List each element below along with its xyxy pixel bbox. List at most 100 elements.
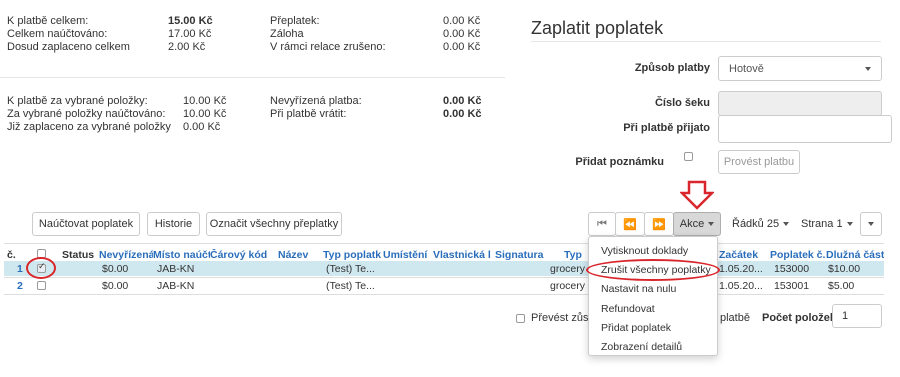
col-status[interactable]: Status <box>62 249 100 261</box>
payment-method-value: Hotově <box>729 62 764 75</box>
value-paid-so-far: 2.00 Kč <box>168 41 206 53</box>
value-deposit: 0.00 Kč <box>443 28 481 40</box>
col-type[interactable]: Typ <box>564 249 586 261</box>
row-number[interactable]: 2 <box>17 280 23 292</box>
transfer-remaining-checkbox[interactable] <box>516 314 525 323</box>
check-number-input <box>718 91 882 116</box>
col-owner[interactable]: Vlastnická l <box>433 249 493 261</box>
value-total-due: 15.00 Kč <box>168 15 213 27</box>
col-place[interactable]: Místo naúčt <box>153 249 210 261</box>
chevron-down-icon <box>868 222 874 226</box>
value-total-charged: 17.00 Kč <box>168 28 212 40</box>
label-total-due: K platbě celkem: <box>7 15 89 27</box>
row-place: JAB-KN <box>157 280 195 292</box>
actions-label: Akce <box>679 218 705 230</box>
chevron-down-icon <box>865 66 871 71</box>
label-return-on-payment: Při platbě vrátit: <box>270 108 347 120</box>
label-paid-so-far: Dosud zaplaceno celkem <box>7 41 130 53</box>
received-label: Při platbě přijato <box>623 122 710 134</box>
pay-panel-title: Zaplatit poplatek <box>531 18 664 38</box>
payment-method-label: Způsob platby <box>634 62 710 74</box>
label-selected-paid: Již zaplaceno za vybrané položky <box>7 121 171 133</box>
mark-overpaid-button[interactable]: Označit všechny přeplatky <box>206 212 342 236</box>
submit-payment-button[interactable]: Provést platbu <box>718 150 800 174</box>
add-note-checkbox[interactable] <box>684 152 693 161</box>
item-count-input[interactable]: 1 <box>832 304 882 328</box>
menu-item-set-to-zero[interactable]: Nastavit na nulu <box>601 283 676 295</box>
label-selected-charged: Za vybrané položky naúčtováno: <box>7 108 166 120</box>
row-due: $5.00 <box>828 280 855 292</box>
col-name[interactable]: Název <box>278 249 318 261</box>
rows-per-page-label: Řádků 25 <box>732 218 780 230</box>
value-selected-charged: 10.00 Kč <box>183 108 227 120</box>
chevron-down-icon <box>708 222 715 226</box>
row-pending: $0.00 <box>102 280 129 292</box>
col-num[interactable]: č. <box>7 249 16 261</box>
col-pending[interactable]: Nevyřízená <box>99 249 153 261</box>
menu-item-highlight-oval <box>586 259 720 281</box>
col-fee-type[interactable]: Typ poplatk <box>323 249 381 261</box>
col-barcode[interactable]: Čárový kód <box>210 249 272 261</box>
row-fee-number: 153000 <box>774 263 810 275</box>
chevron-down-icon <box>783 222 790 226</box>
first-page-icon[interactable]: ⏮ <box>588 212 616 236</box>
row-fee-number: 153001 <box>774 280 810 292</box>
value-selected-paid: 0.00 Kč <box>183 121 221 133</box>
actions-menu: Vytisknout doklady Zrušit všechny poplat… <box>588 236 718 356</box>
page-dropdown[interactable]: Strana 1 <box>801 218 853 230</box>
label-pending-payment: Nevyřízená platba: <box>270 95 362 107</box>
arrow-down-annotation-icon <box>680 180 714 210</box>
summary-divider <box>0 77 505 78</box>
actions-dropdown-button[interactable]: Akce <box>673 212 721 236</box>
menu-item-show-details[interactable]: Zobrazení detailů <box>601 341 682 353</box>
col-location[interactable]: Umístění <box>383 249 429 261</box>
row-place: JAB-KN <box>157 263 195 275</box>
received-input[interactable] <box>718 115 892 143</box>
table-top-border <box>4 243 884 244</box>
row-start: 1.05.20... <box>719 280 763 292</box>
row-pending: $0.00 <box>102 263 129 275</box>
value-return-on-payment: 0.00 Kč <box>443 108 482 120</box>
payment-word-label: platbě <box>720 312 750 324</box>
menu-item-add-fee[interactable]: Přidat poplatek <box>601 322 671 334</box>
label-cancelled: V rámci relace zrušeno: <box>270 41 386 53</box>
col-start[interactable]: Začátek <box>719 249 766 261</box>
label-overpaid: Přeplatek: <box>270 15 320 27</box>
row-number[interactable]: 1 <box>17 263 23 275</box>
value-cancelled: 0.00 Kč <box>443 41 481 53</box>
more-options-button[interactable] <box>860 212 882 236</box>
row-divider <box>4 277 884 278</box>
rows-per-page-dropdown[interactable]: Řádků 25 <box>732 218 790 230</box>
row-checkbox[interactable] <box>37 281 46 290</box>
next-page-icon[interactable]: ⏩ <box>644 212 674 236</box>
table-bottom-border <box>4 294 884 295</box>
page-label: Strana 1 <box>801 218 843 230</box>
prev-page-icon[interactable]: ⏪ <box>615 212 645 236</box>
history-button[interactable]: Historie <box>147 212 200 236</box>
charge-fee-button[interactable]: Naúčtovat poplatek <box>32 212 140 236</box>
menu-item-refund[interactable]: Refundovat <box>601 303 655 315</box>
label-total-charged: Celkem naúčtováno: <box>7 28 108 40</box>
check-number-label: Číslo šeku <box>654 97 710 109</box>
label-deposit: Záloha <box>270 28 304 40</box>
menu-item-print-receipts[interactable]: Vytisknout doklady <box>601 245 688 257</box>
value-pending-payment: 0.00 Kč <box>443 95 482 107</box>
row-kind: grocery <box>550 280 586 292</box>
add-note-label: Přidat poznámku <box>575 156 664 168</box>
pay-panel-divider <box>531 41 881 42</box>
col-fee-number[interactable]: Poplatek č. <box>770 249 826 261</box>
row-start: 1.05.20... <box>719 263 763 275</box>
checkbox-highlight-oval <box>26 257 56 279</box>
chevron-down-icon <box>846 222 853 226</box>
payment-method-select[interactable]: Hotově <box>718 56 882 81</box>
row-due: $10.00 <box>828 263 861 275</box>
transfer-remaining-label: Převést zůst <box>531 312 592 324</box>
row-kind: grocery <box>550 263 586 275</box>
label-selected-due: K platbě za vybrané položky: <box>7 95 148 107</box>
value-selected-due: 10.00 Kč <box>183 95 227 107</box>
row-fee-type: (Test) Te... <box>326 280 375 292</box>
item-count-label: Počet položek <box>762 312 836 324</box>
col-signature[interactable]: Signatura <box>495 249 547 261</box>
col-due[interactable]: Dlužná část <box>826 249 884 261</box>
value-overpaid: 0.00 Kč <box>443 15 481 27</box>
